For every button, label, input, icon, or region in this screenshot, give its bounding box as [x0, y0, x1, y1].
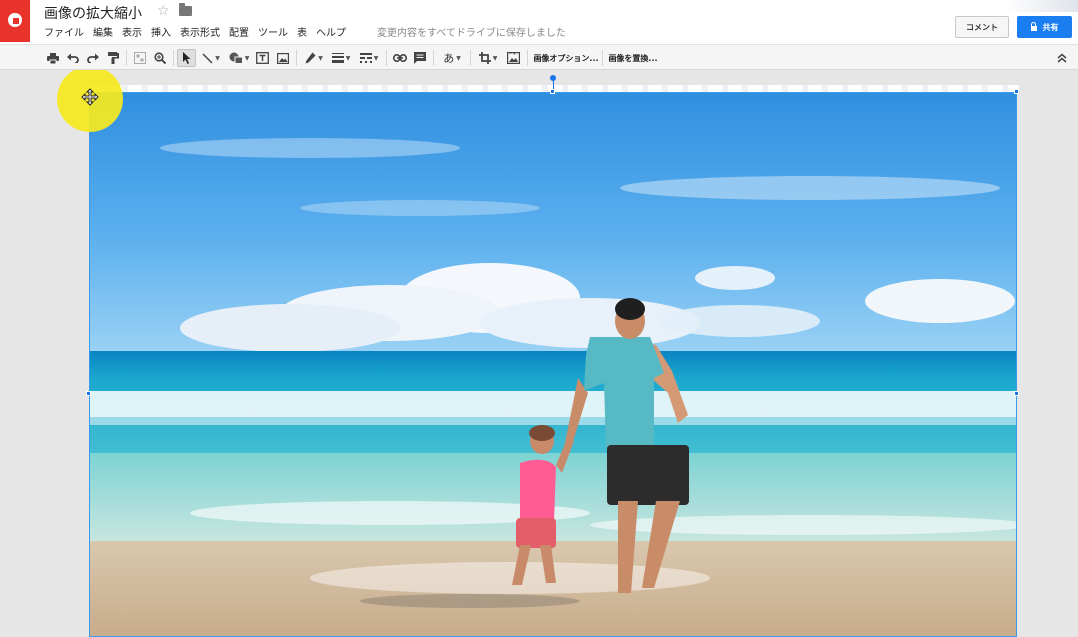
- toolbar-separator: [126, 50, 127, 66]
- toolbar: ▼ ▼ ▼ ▼ ▼ あ ▼ ▼ 画像オプション... 画像を置換...: [0, 44, 1078, 70]
- border-color-icon[interactable]: ▼: [302, 49, 326, 67]
- share-button[interactable]: 共有: [1017, 16, 1072, 38]
- snap-to-grid-icon[interactable]: [132, 49, 148, 67]
- drawings-logo[interactable]: [0, 0, 30, 42]
- select-cursor-icon[interactable]: [177, 49, 196, 67]
- text-style-label: あ: [443, 52, 455, 65]
- menu-help[interactable]: ヘルプ: [316, 24, 346, 39]
- zoom-icon[interactable]: [152, 49, 168, 67]
- menu-edit[interactable]: 編集: [93, 24, 113, 39]
- paint-format-icon[interactable]: [105, 49, 121, 67]
- menu-file[interactable]: ファイル: [44, 24, 84, 39]
- border-dash-icon[interactable]: ▼: [356, 49, 382, 67]
- image-options-button[interactable]: 画像オプション...: [532, 49, 600, 67]
- link-icon[interactable]: [391, 49, 408, 67]
- collapse-icon[interactable]: [1054, 49, 1070, 67]
- toolbar-separator: [173, 50, 174, 66]
- share-label: 共有: [1042, 22, 1059, 32]
- menu-arrange[interactable]: 配置: [229, 24, 249, 39]
- resize-handle-left[interactable]: [86, 391, 91, 396]
- resize-handle-top[interactable]: [550, 89, 555, 94]
- toolbar-separator: [527, 50, 528, 66]
- crop-icon[interactable]: ▼: [475, 49, 501, 67]
- add-comment-icon[interactable]: [412, 49, 428, 67]
- selected-image[interactable]: [89, 92, 1017, 637]
- line-icon[interactable]: ▼: [199, 49, 223, 67]
- star-icon[interactable]: ☆: [157, 3, 170, 19]
- print-icon[interactable]: [45, 49, 61, 67]
- toolbar-separator: [296, 50, 297, 66]
- undo-icon[interactable]: [65, 49, 81, 67]
- save-status[interactable]: 変更内容をすべてドライブに保存しました: [377, 24, 566, 39]
- menu-insert[interactable]: 挿入: [151, 24, 171, 39]
- reset-image-icon[interactable]: [505, 49, 522, 67]
- toolbar-separator: [470, 50, 471, 66]
- lock-icon: [1030, 21, 1037, 31]
- image-icon[interactable]: [275, 49, 291, 67]
- toolbar-separator: [386, 50, 387, 66]
- toolbar-separator: [602, 50, 603, 66]
- text-box-icon[interactable]: [254, 49, 270, 67]
- app-header: 画像の拡大縮小 ☆ ファイル 編集 表示 挿入 表示形式 配置 ツール 表 ヘル…: [0, 0, 1078, 44]
- shape-icon[interactable]: ▼: [226, 49, 252, 67]
- window-corner: [1005, 0, 1078, 12]
- menu-bar: ファイル 編集 表示 挿入 表示形式 配置 ツール 表 ヘルプ: [44, 24, 355, 39]
- beach-photo: [90, 93, 1016, 636]
- document-title[interactable]: 画像の拡大縮小: [44, 3, 142, 23]
- menu-tools[interactable]: ツール: [258, 24, 288, 39]
- comment-button[interactable]: コメント: [955, 16, 1009, 38]
- text-style-dropdown[interactable]: あ ▼: [438, 49, 466, 67]
- menu-table[interactable]: 表: [297, 24, 307, 39]
- toolbar-separator: [433, 50, 434, 66]
- logo-mark-icon: [8, 13, 22, 27]
- menu-view[interactable]: 表示: [122, 24, 142, 39]
- resize-handle-top-right[interactable]: [1014, 89, 1019, 94]
- drawing-canvas[interactable]: [0, 70, 1078, 637]
- redo-icon[interactable]: [85, 49, 101, 67]
- resize-handle-right[interactable]: [1014, 391, 1019, 396]
- menu-format[interactable]: 表示形式: [180, 24, 220, 39]
- border-weight-icon[interactable]: ▼: [329, 49, 353, 67]
- folder-icon[interactable]: [179, 3, 192, 16]
- replace-image-button[interactable]: 画像を置換...: [607, 49, 659, 67]
- move-cursor-icon: [81, 88, 99, 106]
